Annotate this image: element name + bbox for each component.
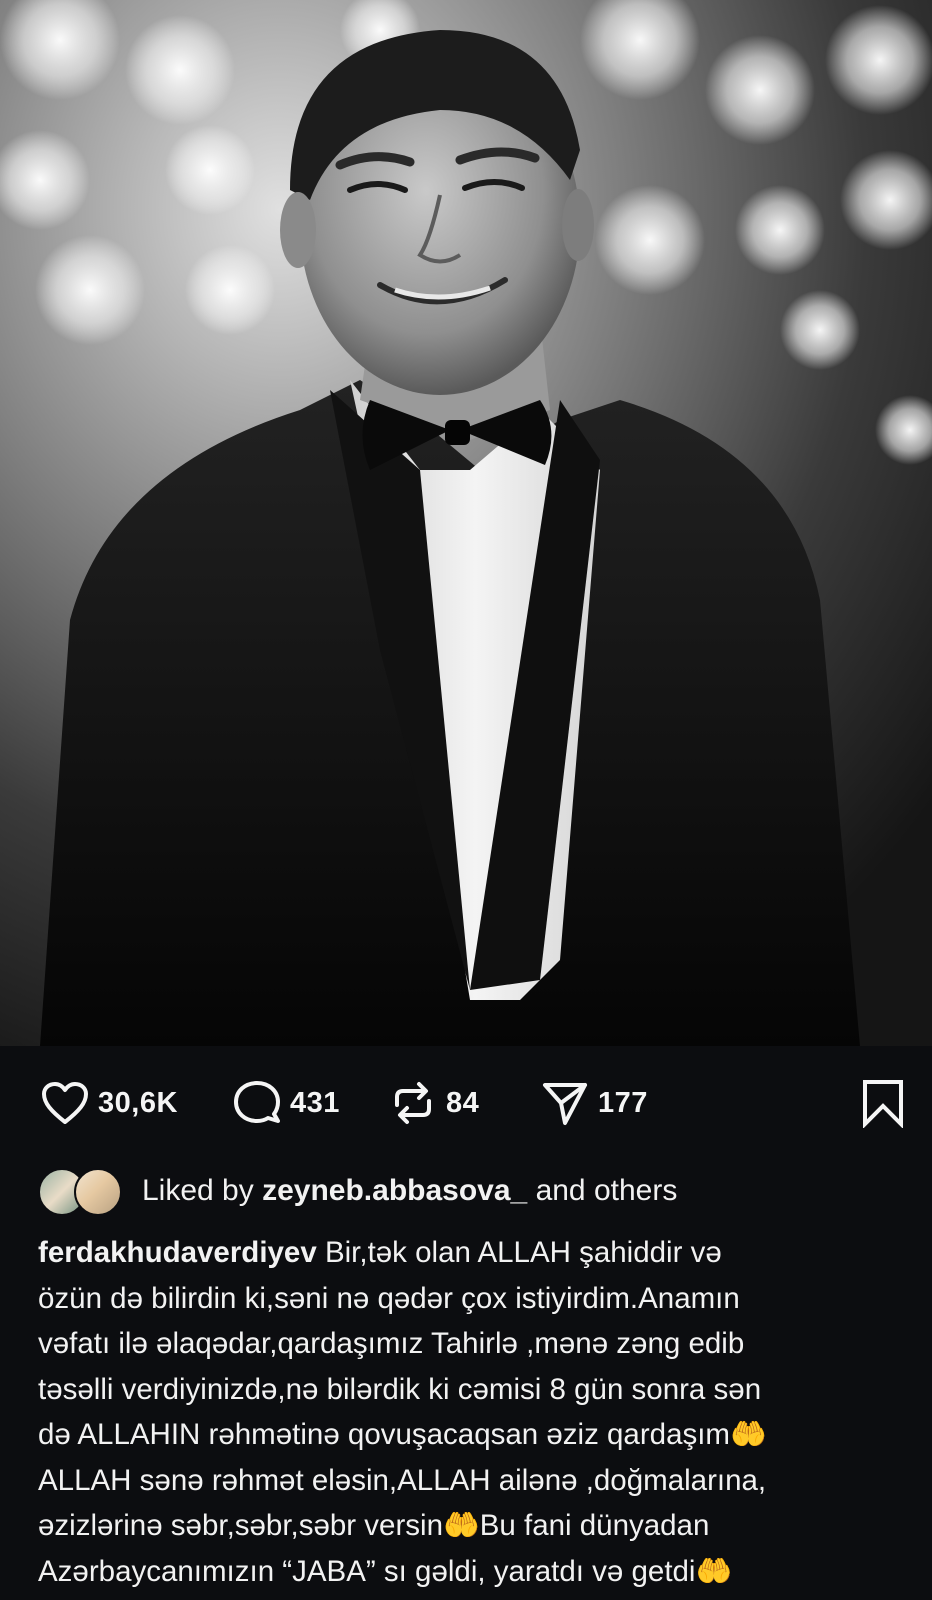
comment-button[interactable]: 431 bbox=[232, 1078, 340, 1128]
caption-line: Azərbaycanımızın “JABA” sı gəldi, yaratd… bbox=[38, 1554, 733, 1588]
avatar bbox=[74, 1168, 122, 1216]
caption-text: Bir,tək olan ALLAH şahiddir və bbox=[316, 1236, 722, 1269]
caption-line: təsəlli verdiyinizdə,nə bilərdik ki cəmi… bbox=[38, 1372, 762, 1406]
send-icon bbox=[540, 1078, 590, 1128]
caption-line: ferdakhudaverdiyev Bir,tək olan ALLAH şa… bbox=[38, 1230, 904, 1276]
shares-count: 177 bbox=[598, 1086, 648, 1119]
liked-by-row[interactable]: Liked by zeyneb.abbasova_ and others bbox=[38, 1168, 678, 1216]
liked-by-prefix: Liked by bbox=[142, 1174, 254, 1207]
share-button[interactable]: 177 bbox=[540, 1078, 648, 1128]
caption-line: özün də bilirdin ki,səni nə qədər çox is… bbox=[38, 1281, 740, 1315]
bookmark-icon bbox=[858, 1078, 908, 1128]
comments-count: 431 bbox=[290, 1086, 340, 1119]
like-button[interactable]: 30,6K bbox=[40, 1078, 178, 1128]
liked-by-suffix[interactable]: and others bbox=[536, 1174, 678, 1208]
reposts-count: 84 bbox=[446, 1086, 480, 1119]
caption-username[interactable]: ferdakhudaverdiyev bbox=[38, 1236, 317, 1269]
heart-icon bbox=[40, 1078, 90, 1128]
caption-line: vəfatı ilə əlaqədar,qardaşımız Tahirlə ,… bbox=[38, 1327, 745, 1360]
post-caption: ferdakhudaverdiyev Bir,tək olan ALLAH şa… bbox=[38, 1230, 904, 1594]
repost-icon bbox=[388, 1078, 438, 1128]
caption-line: də ALLAHIN rəhmətinə qovuşacaqsan əziz q… bbox=[38, 1418, 767, 1451]
likes-count: 30,6K bbox=[98, 1086, 178, 1119]
post-photo[interactable] bbox=[0, 0, 932, 1046]
liked-by-avatars bbox=[38, 1168, 126, 1216]
liked-by-username[interactable]: zeyneb.abbasova_ bbox=[262, 1174, 527, 1208]
comment-bubble-icon bbox=[232, 1078, 282, 1128]
save-button[interactable] bbox=[858, 1078, 908, 1128]
post-action-bar: 30,6K 431 84 177 bbox=[0, 1046, 932, 1156]
repost-button[interactable]: 84 bbox=[388, 1078, 479, 1128]
caption-line: ALLAH sənə rəhmət eləsin,ALLAH ailənə ,d… bbox=[38, 1463, 767, 1497]
portrait-image bbox=[0, 0, 932, 1046]
caption-line: əzizlərinə səbr,səbr,səbr versin🤲Bu fani… bbox=[38, 1509, 710, 1542]
